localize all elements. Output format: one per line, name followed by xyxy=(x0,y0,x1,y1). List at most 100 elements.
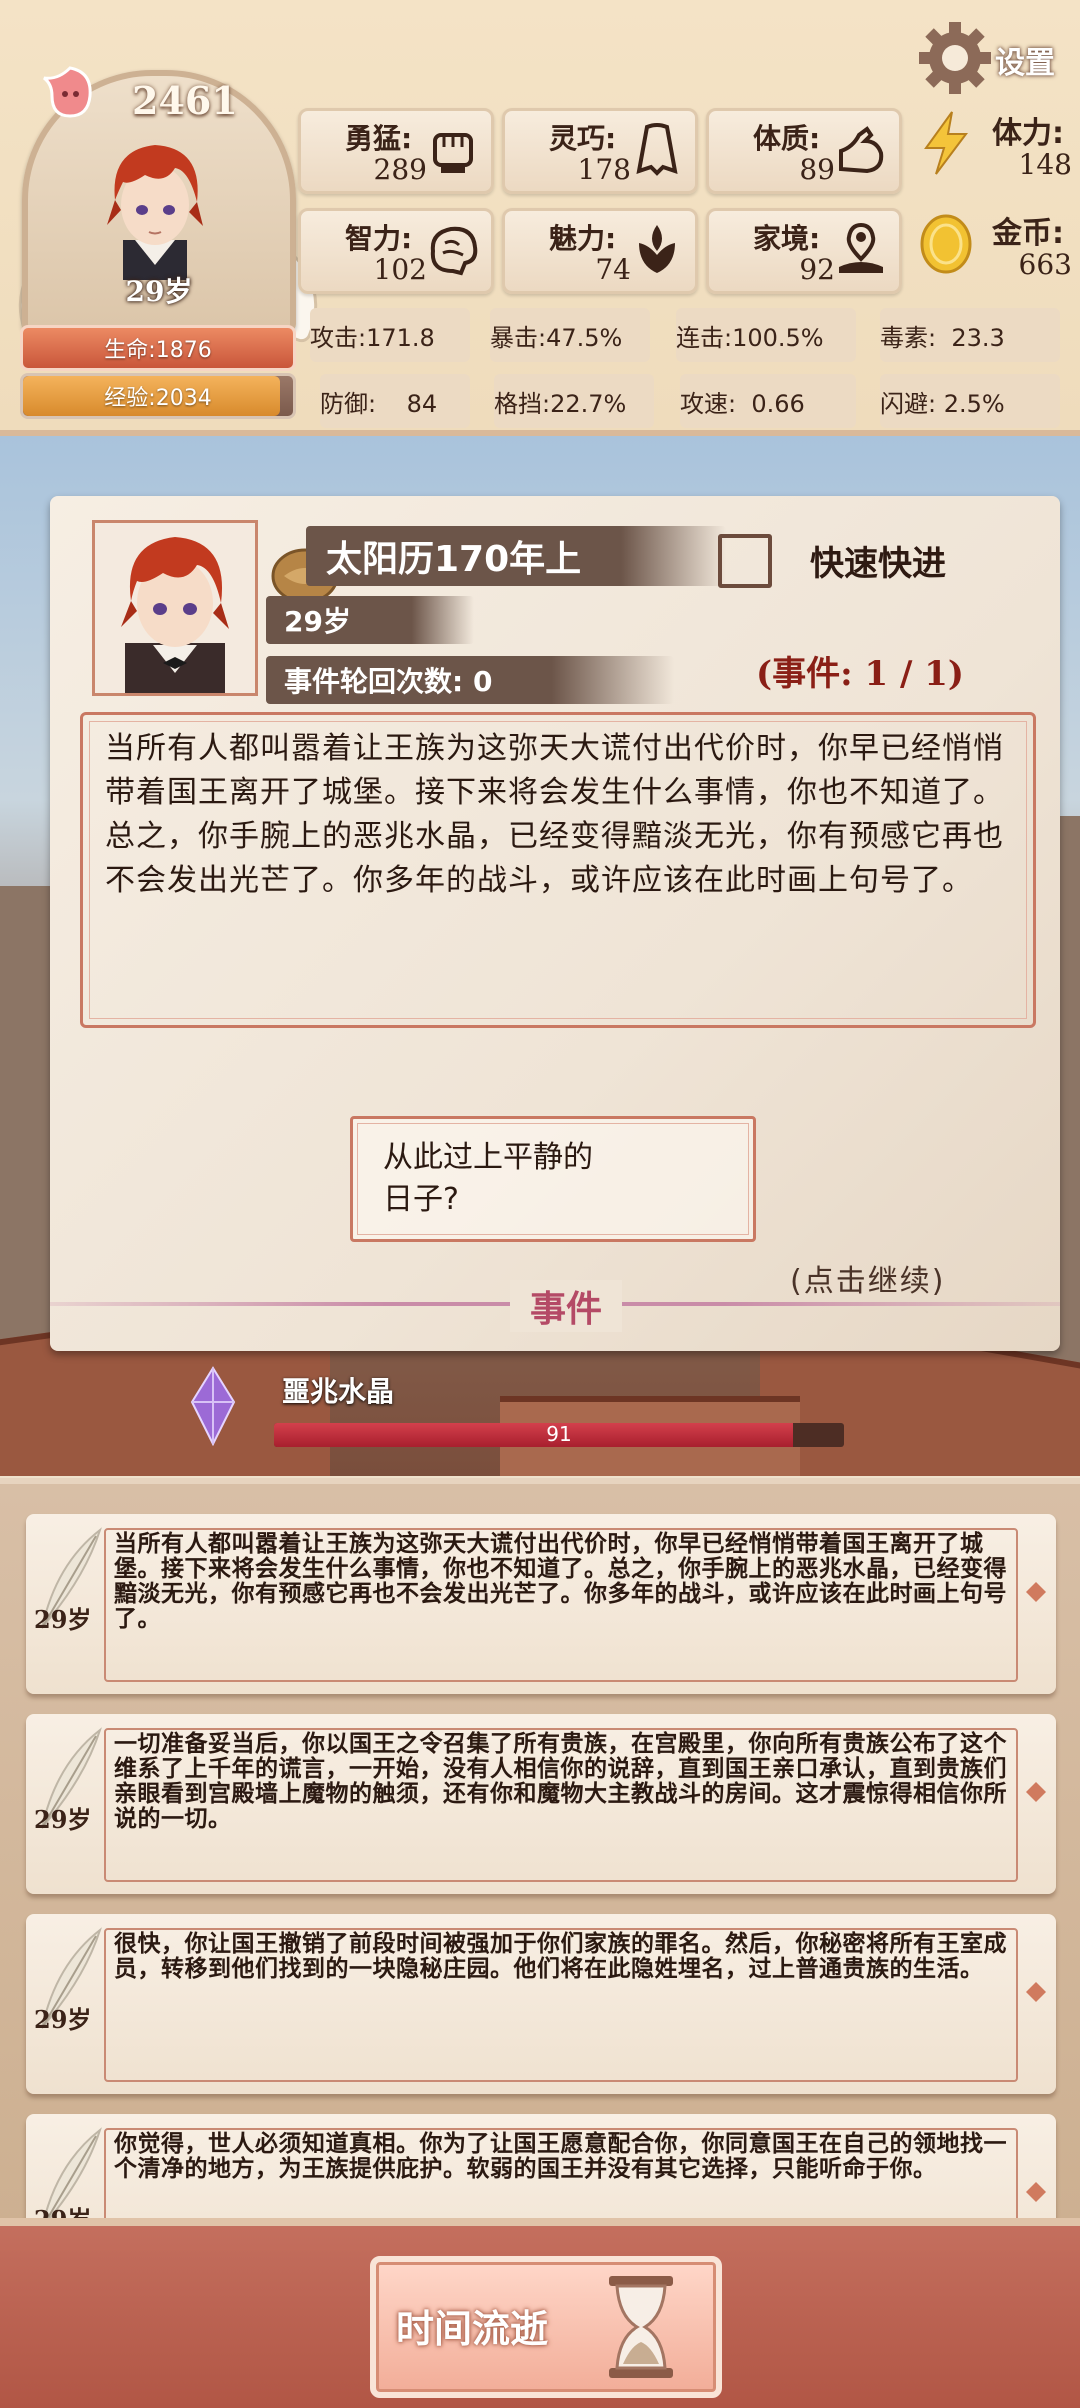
choice-button[interactable]: 从此过上平静的日子? xyxy=(350,1116,756,1242)
log-entry: 很快，你让国王撤销了前段时间被强加于你们家族的罪名。然后，你秘密将所有王室成员，… xyxy=(26,1914,1056,2094)
resource-gold[interactable]: 金币: 663 xyxy=(912,204,1072,284)
attr-agility[interactable]: 灵巧: 178 xyxy=(502,108,698,194)
event-portrait xyxy=(92,520,258,696)
attr-name: 勇猛: xyxy=(345,122,413,155)
attr-value: 289 xyxy=(373,153,427,186)
section-label: 事件 xyxy=(510,1280,623,1332)
settings-label: 设置 xyxy=(995,46,1055,81)
log-age: 29岁 xyxy=(34,1605,92,1634)
attr-name: 灵巧: xyxy=(549,122,617,155)
combat-stat-attack-speed: 攻速: 0.66 xyxy=(680,374,856,428)
story-text: 当所有人都叫嚣着让王族为这弥天大谎付出代价时，你早已经悄悄带着国王离开了城堡。接… xyxy=(105,731,1004,898)
event-log[interactable]: 当所有人都叫嚣着让王族为这弥天大谎付出代价时，你早已经悄悄带着国王离开了城堡。接… xyxy=(0,1478,1080,2224)
fist-icon xyxy=(433,133,473,173)
combat-stat-attack: 攻击:171.8 xyxy=(310,308,470,362)
attr-name: 智力: xyxy=(345,222,413,255)
continue-hint[interactable]: (点击继续) xyxy=(790,1256,945,1300)
purple-crystal-icon xyxy=(190,1366,236,1446)
location-pin-icon xyxy=(839,222,883,273)
fast-forward-label[interactable]: 快速快进 xyxy=(810,536,946,585)
crystal-name: 噩兆水晶 xyxy=(282,1375,395,1408)
diamond-ornament-icon xyxy=(1026,1982,1046,2002)
attr-charm[interactable]: 魅力: 74 xyxy=(502,208,698,294)
spirit-power-icon xyxy=(43,66,92,118)
resource-name: 体力: xyxy=(992,116,1064,151)
cloak-icon xyxy=(636,123,678,176)
log-text-frame: 你觉得，世人必须知道真相。你为了让国王愿意配合你，你同意国王在自己的领地找一个清… xyxy=(104,2128,1018,2224)
attr-name: 魅力: xyxy=(549,222,617,255)
attr-value: 74 xyxy=(595,253,631,286)
player-avatar xyxy=(107,145,203,280)
combat-stat-text: 连击:100.5% xyxy=(676,323,824,352)
event-age: 29岁 xyxy=(266,596,474,644)
log-text-frame: 当所有人都叫嚣着让王族为这弥天大谎付出代价时，你早已经悄悄带着国王离开了城堡。接… xyxy=(104,1528,1018,1682)
combat-stat-text: 格挡:22.7% xyxy=(494,389,627,418)
log-entry: 一切准备妥当后，你以国王之令召集了所有贵族，在宫殿里，你向所有贵族公布了这个维系… xyxy=(26,1714,1056,1894)
brain-icon xyxy=(430,226,478,276)
choice-text: 从此过上平静的日子? xyxy=(383,1140,593,1217)
bottom-bar: 时间流逝 xyxy=(0,2218,1080,2408)
combat-stat-text: 闪避: 2.5% xyxy=(880,389,1005,418)
resource-value: 663 xyxy=(1018,248,1072,281)
attr-intelligence[interactable]: 智力: 102 xyxy=(298,208,494,294)
gold-coin-icon xyxy=(920,214,972,274)
power-value: 2461 xyxy=(132,78,238,123)
diamond-ornament-icon xyxy=(1026,1782,1046,1802)
crystal-value: 91 xyxy=(546,1422,572,1446)
time-pass-label: 时间流逝 xyxy=(396,2307,549,2351)
log-entry: 你觉得，世人必须知道真相。你为了让国王愿意配合你，你同意国王在自己的领地找一个清… xyxy=(26,2114,1056,2224)
log-text-frame: 一切准备妥当后，你以国王之令召集了所有贵族，在宫殿里，你向所有贵族公布了这个维系… xyxy=(104,1728,1018,1882)
combat-stat-crit: 暴击:47.5% xyxy=(490,308,650,362)
player-avatar xyxy=(121,537,229,693)
attr-value: 92 xyxy=(799,253,835,286)
resource-stamina[interactable]: 体力: 148 xyxy=(912,104,1072,184)
gear-icon xyxy=(919,22,991,94)
life-label: 生命:1876 xyxy=(104,338,212,363)
attr-value: 178 xyxy=(577,153,631,186)
log-text: 当所有人都叫嚣着让王族为这弥天大谎付出代价时，你早已经悄悄带着国王离开了城堡。接… xyxy=(114,1531,1007,1632)
combat-stat-text: 暴击:47.5% xyxy=(490,323,623,352)
combat-stat-poison: 毒素: 23.3 xyxy=(880,308,1060,362)
combat-stat-text: 防御: 84 xyxy=(320,389,438,418)
combat-stat-text: 毒素: 23.3 xyxy=(880,323,1005,352)
loop-count: 事件轮回次数: 0 xyxy=(266,656,674,704)
flower-icon xyxy=(639,225,675,273)
log-age: 29岁 xyxy=(34,2005,92,2034)
status-header: 2461 29岁 生命:1876 经验:2034 设置 勇猛: 289 灵巧: … xyxy=(0,0,1080,436)
diamond-ornament-icon xyxy=(1026,2182,1046,2202)
attr-name: 家境: xyxy=(753,222,821,255)
muscle-arm-icon xyxy=(839,126,884,174)
attr-constitution[interactable]: 体质: 89 xyxy=(706,108,902,194)
combat-stat-block: 格挡:22.7% xyxy=(494,374,654,428)
log-text-frame: 很快，你让国王撤销了前段时间被强加于你们家族的罪名。然后，你秘密将所有王室成员，… xyxy=(104,1928,1018,2082)
combat-stat-text: 攻击:171.8 xyxy=(310,323,435,352)
log-text: 一切准备妥当后，你以国王之令召集了所有贵族，在宫殿里，你向所有贵族公布了这个维系… xyxy=(114,1731,1007,1832)
event-card[interactable]: 太阳历170年上 快速快进 29岁 事件轮回次数: 0 (事件: 1 / 1) … xyxy=(50,496,1060,1351)
resource-name: 金币: xyxy=(992,216,1064,251)
settings-button[interactable]: 设置 xyxy=(915,18,1075,98)
resource-value: 148 xyxy=(1018,148,1072,181)
combat-stat-text: 攻速: 0.66 xyxy=(680,389,805,418)
exp-bar: 经验:2034 xyxy=(20,373,296,419)
lightning-icon xyxy=(924,111,968,175)
time-pass-button[interactable]: 时间流逝 xyxy=(370,2256,722,2398)
attr-family[interactable]: 家境: 92 xyxy=(706,208,902,294)
attr-value: 89 xyxy=(799,153,835,186)
event-counter: (事件: 1 / 1) xyxy=(756,654,964,694)
diamond-ornament-icon xyxy=(1026,1582,1046,1602)
combat-stat-combo: 连击:100.5% xyxy=(676,308,856,362)
combat-stat-defense: 防御: 84 xyxy=(320,374,470,428)
fast-forward-checkbox[interactable] xyxy=(718,534,772,588)
log-age: 29岁 xyxy=(34,1805,92,1834)
exp-label: 经验:2034 xyxy=(104,386,212,411)
attr-name: 体质: xyxy=(753,122,821,155)
log-entry: 当所有人都叫嚣着让王族为这弥天大谎付出代价时，你早已经悄悄带着国王离开了城堡。接… xyxy=(26,1514,1056,1694)
attr-bravery[interactable]: 勇猛: 289 xyxy=(298,108,494,194)
event-scene: 太阳历170年上 快速快进 29岁 事件轮回次数: 0 (事件: 1 / 1) … xyxy=(0,436,1080,1476)
player-age: 29岁 xyxy=(125,275,193,308)
log-text: 你觉得，世人必须知道真相。你为了让国王愿意配合你，你同意国王在自己的领地找一个清… xyxy=(114,2131,1007,2182)
attr-value: 102 xyxy=(373,253,427,286)
calendar-label: 太阳历170年上 xyxy=(306,526,726,586)
story-box: 当所有人都叫嚣着让王族为这弥天大谎付出代价时，你早已经悄悄带着国王离开了城堡。接… xyxy=(80,712,1036,1028)
life-bar: 生命:1876 xyxy=(20,325,296,371)
